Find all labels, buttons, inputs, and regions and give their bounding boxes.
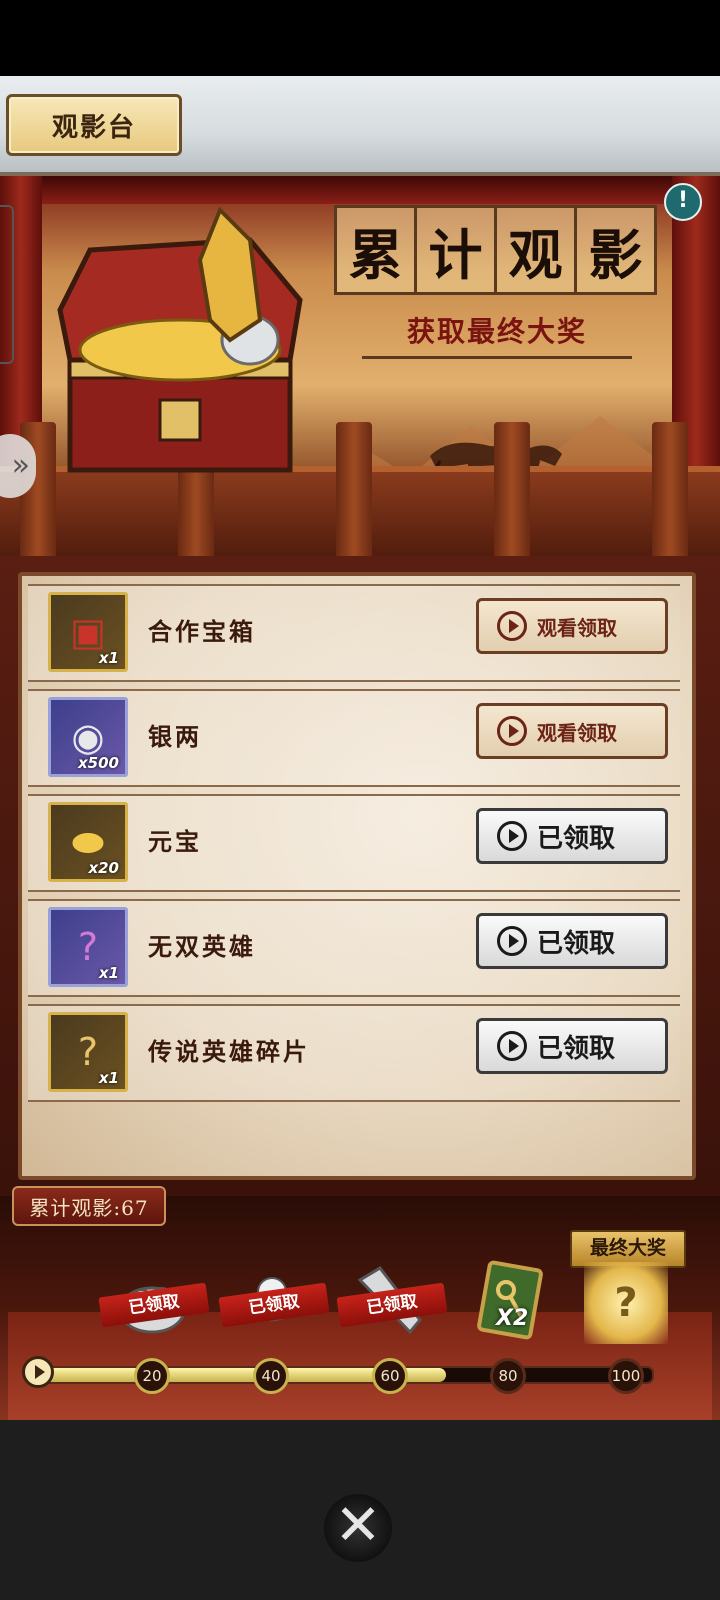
banner-title: 累 计 观 影 xyxy=(334,205,657,295)
title-bar: 观影台 xyxy=(0,76,720,176)
status-bar xyxy=(0,0,720,76)
watch-count-badge: 累计观影:67 xyxy=(12,1186,166,1226)
play-icon xyxy=(22,1356,54,1388)
milestone-marker: 20 xyxy=(134,1358,170,1394)
reward-name: 无双英雄 xyxy=(148,932,256,961)
mystery-hero-icon[interactable]: ? xyxy=(584,1262,668,1344)
play-icon xyxy=(497,926,527,956)
milestone-marker: 80 xyxy=(490,1358,526,1394)
play-icon xyxy=(497,1031,527,1061)
claimed-button[interactable]: 已领取 xyxy=(476,913,668,969)
milestone-marker: 100 xyxy=(608,1358,644,1394)
reward-name: 合作宝箱 xyxy=(148,617,256,646)
side-tab[interactable] xyxy=(0,205,14,364)
reward-name: 元宝 xyxy=(148,827,202,856)
treasure-chest-icon xyxy=(57,206,303,473)
claimed-button[interactable]: 已领取 xyxy=(476,808,668,864)
multiplier-badge: X2 xyxy=(496,1306,529,1331)
milestone-marker: 40 xyxy=(253,1358,289,1394)
claimed-button[interactable]: 已领取 xyxy=(476,1018,668,1074)
milestone-marker: 60 xyxy=(372,1358,408,1394)
reward-row: ◉ x500 银两 观看领取 xyxy=(28,689,680,787)
banner-subtitle: 获取最终大奖 xyxy=(362,310,632,359)
reward-row: ▣ x1 合作宝箱 观看领取 xyxy=(28,584,680,682)
reward-name: 银两 xyxy=(148,722,202,751)
reward-row: ? x1 传说英雄碎片 已领取 xyxy=(28,1004,680,1102)
progress-track xyxy=(26,1366,654,1384)
exclamation-icon[interactable]: ! xyxy=(664,183,702,221)
close-x-icon[interactable]: ✕ xyxy=(324,1494,392,1562)
reward-row: ? x1 无双英雄 已领取 xyxy=(28,899,680,997)
watch-claim-button[interactable]: 观看领取 xyxy=(476,703,668,759)
mystery-hero-icon: ? x1 xyxy=(48,907,128,987)
treasure-chest-icon: ▣ x1 xyxy=(48,592,128,672)
hero-fragment-icon: ? x1 xyxy=(48,1012,128,1092)
play-icon xyxy=(497,716,527,746)
reward-row: ⬬ x20 元宝 已领取 xyxy=(28,794,680,892)
page-title: 观影台 xyxy=(6,94,182,156)
watch-claim-button[interactable]: 观看领取 xyxy=(476,598,668,654)
play-icon xyxy=(497,611,527,641)
play-icon xyxy=(497,821,527,851)
gold-ingot-icon: ⬬ x20 xyxy=(48,802,128,882)
reward-name: 传说英雄碎片 xyxy=(148,1037,310,1066)
silver-coin-icon: ◉ x500 xyxy=(48,697,128,777)
